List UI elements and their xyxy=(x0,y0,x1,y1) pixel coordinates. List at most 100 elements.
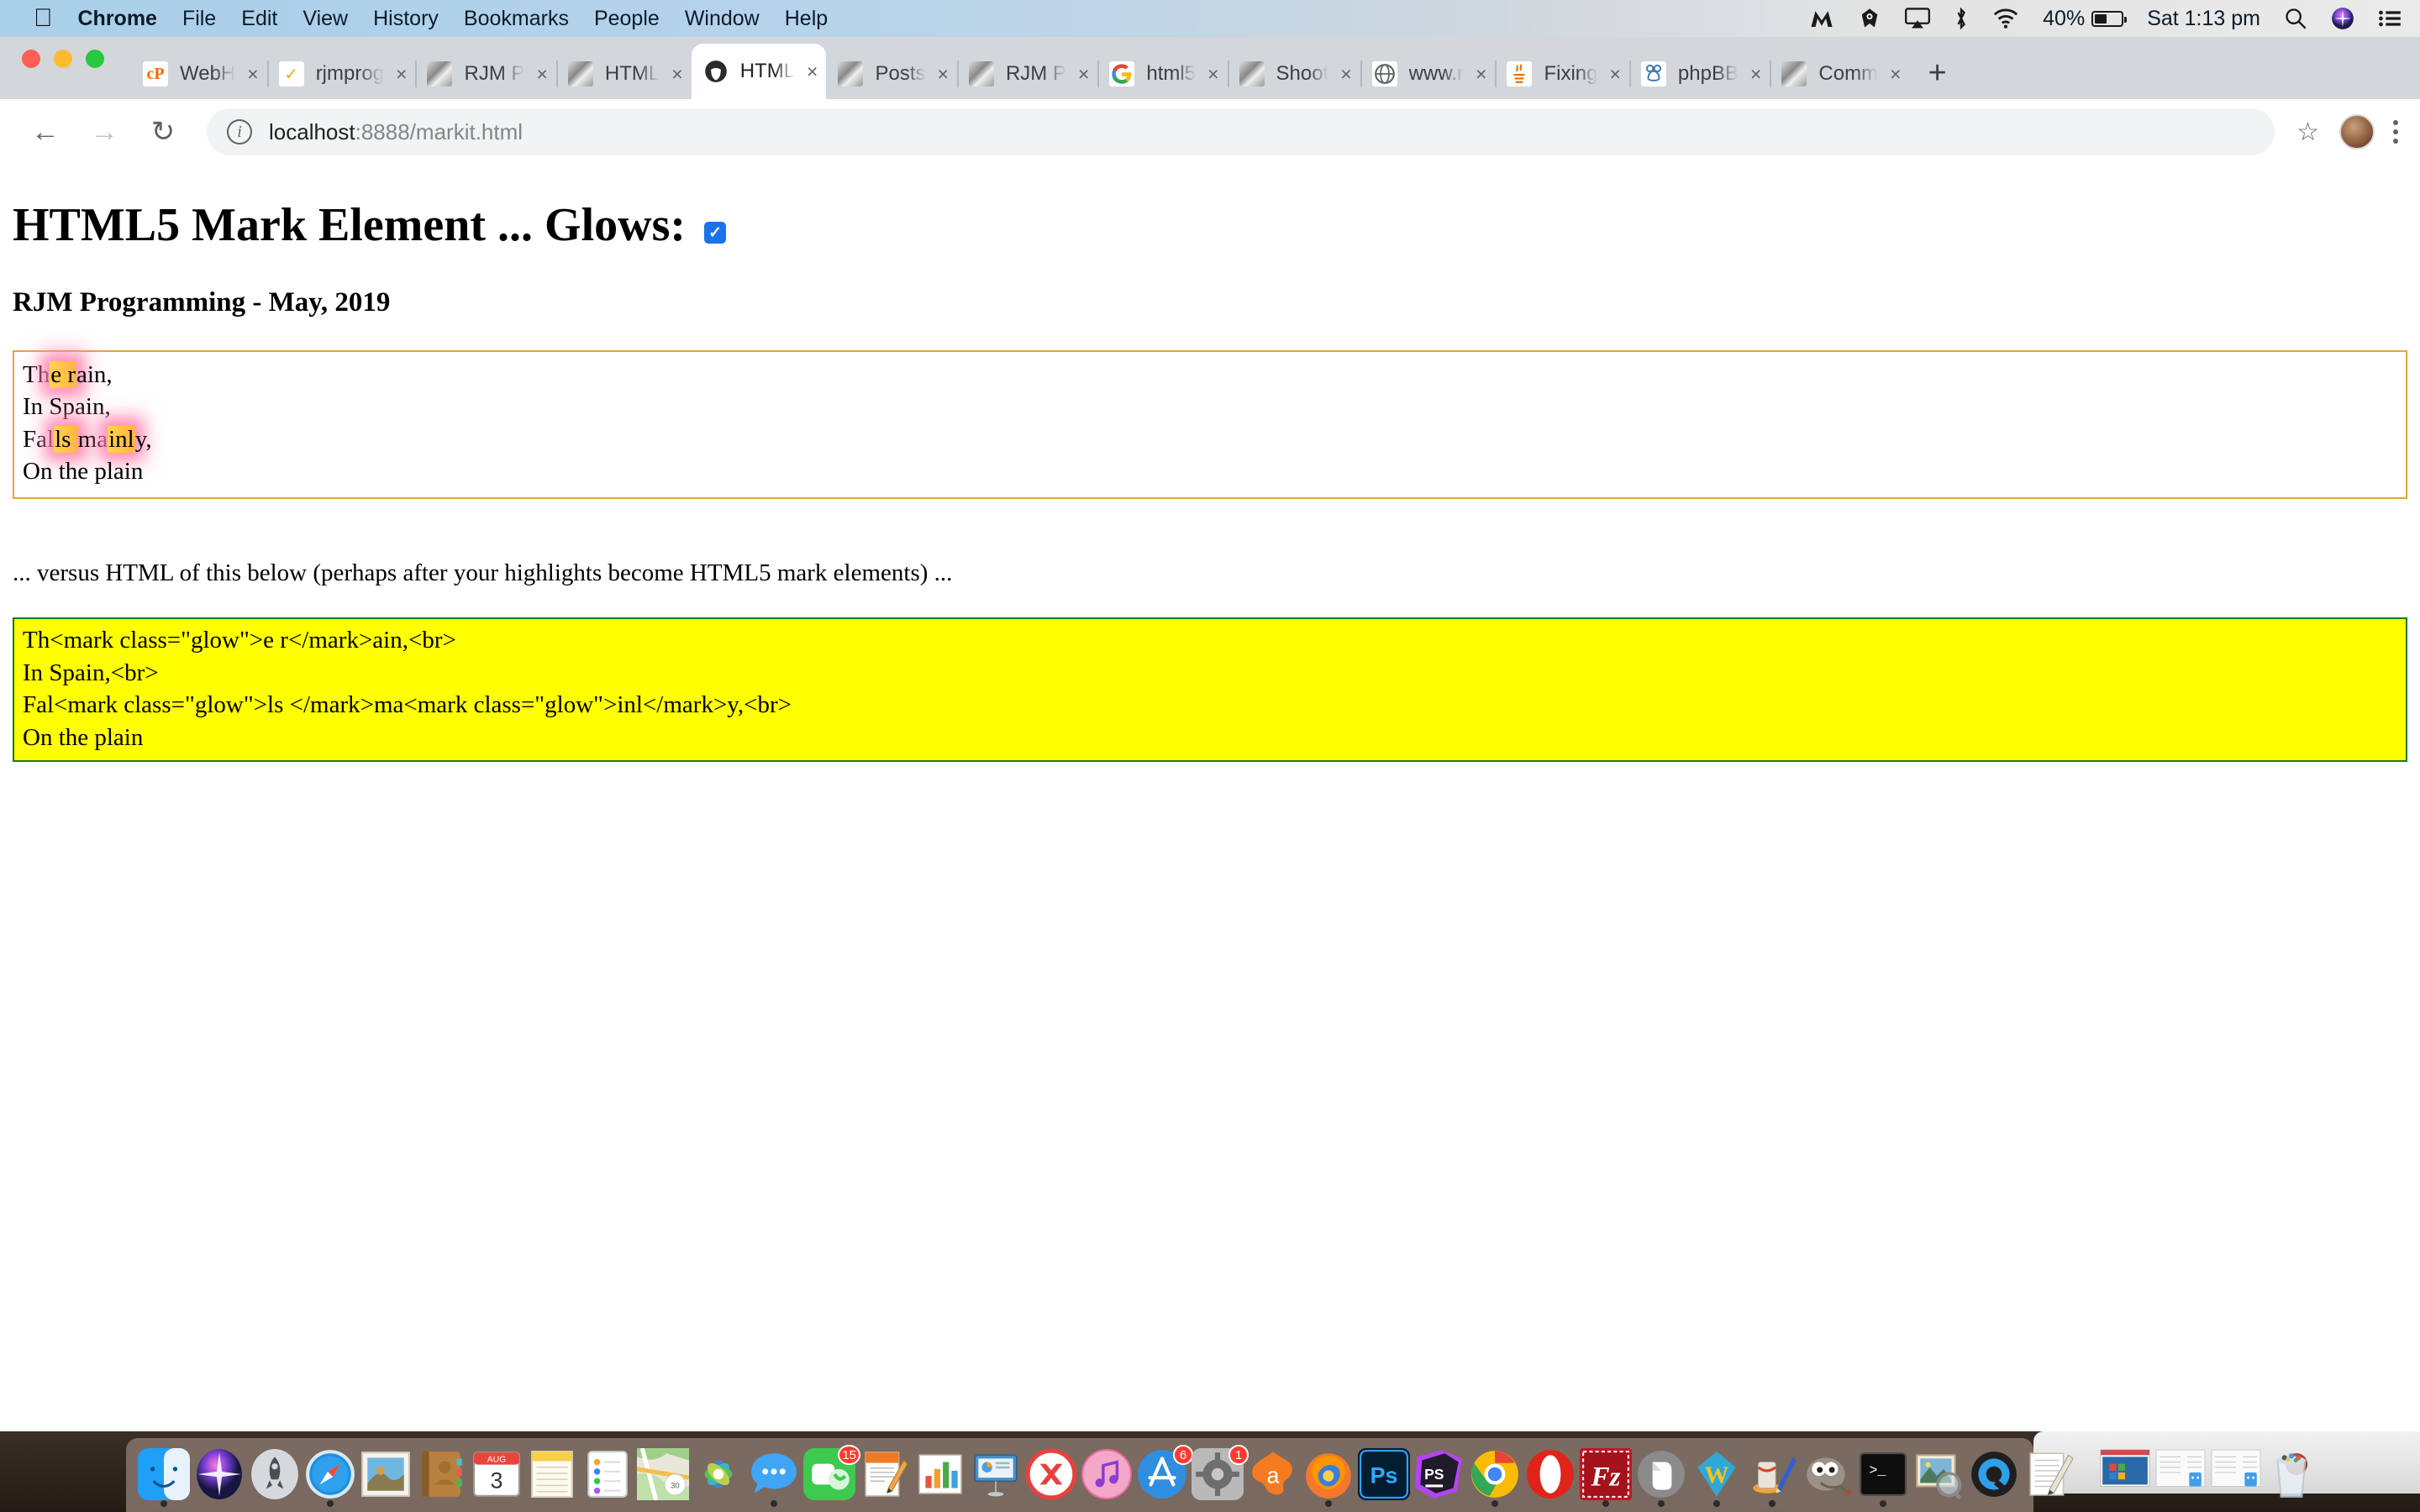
tab-close-icon[interactable]: × xyxy=(1750,63,1761,86)
chrome-menu-icon[interactable] xyxy=(2393,120,2398,144)
tab-close-icon[interactable]: × xyxy=(536,63,547,86)
poem-line[interactable]: The rain, xyxy=(23,359,2397,391)
dock-item-safari[interactable] xyxy=(304,1441,356,1509)
dock-item-chrome[interactable] xyxy=(1469,1441,1521,1509)
close-window-button[interactable] xyxy=(22,50,40,68)
dock-item-paint[interactable] xyxy=(1746,1441,1798,1509)
dock-item-trash[interactable] xyxy=(2265,1441,2317,1509)
menu-bar-clock[interactable]: Sat 1:13 pm xyxy=(2147,7,2260,31)
glow-checkbox[interactable]: ✓ xyxy=(704,222,727,244)
menu-item-bookmarks[interactable]: Bookmarks xyxy=(464,7,569,31)
tab-posts[interactable]: Posts × xyxy=(826,49,956,99)
dock-item-firefox[interactable] xyxy=(1302,1441,1355,1509)
dock-item-terminal[interactable]: >_ xyxy=(1857,1441,1909,1509)
tab-close-icon[interactable]: × xyxy=(396,63,407,86)
dock-item-photoshop[interactable]: Ps xyxy=(1358,1441,1410,1509)
tab-phpbb[interactable]: phpBB × xyxy=(1628,49,1770,99)
dock-item-launchpad[interactable] xyxy=(249,1441,301,1509)
tab-html-1[interactable]: HTML × xyxy=(555,49,692,99)
menu-item-help[interactable]: Help xyxy=(785,7,828,31)
dock-item-textedit[interactable] xyxy=(2023,1441,2075,1509)
tab-close-icon[interactable]: × xyxy=(938,63,949,86)
new-tab-button[interactable]: + xyxy=(1910,57,1965,99)
bluetooth-icon[interactable] xyxy=(1954,7,1969,30)
tab-fixing[interactable]: Fixing × xyxy=(1495,49,1628,99)
dock-item-minimized-window-finder-1[interactable] xyxy=(2154,1441,2207,1509)
tab-close-icon[interactable]: × xyxy=(1078,63,1089,86)
battery-status[interactable]: 40% xyxy=(2043,7,2128,31)
back-button[interactable]: ← xyxy=(22,108,69,155)
tab-close-icon[interactable]: × xyxy=(1340,63,1351,86)
airplay-icon[interactable] xyxy=(1905,8,1931,29)
dock-item-app-store[interactable]: 6 xyxy=(1136,1441,1193,1509)
dock-item-phpstorm[interactable]: PS xyxy=(1413,1441,1465,1509)
avatar[interactable] xyxy=(2339,114,2375,150)
dock-item-maps[interactable]: 30 xyxy=(637,1441,689,1509)
wifi-icon[interactable] xyxy=(1992,8,2019,29)
dock-item-minimized-window-finder-2[interactable] xyxy=(2210,1441,2262,1509)
dock-item-itunes[interactable] xyxy=(1081,1441,1133,1509)
tab-close-icon[interactable]: × xyxy=(807,60,818,83)
dock-item-news[interactable] xyxy=(1025,1441,1077,1509)
bookmark-star-icon[interactable]: ☆ xyxy=(2296,118,2319,147)
malwarebytes-icon[interactable] xyxy=(1809,6,1834,31)
zoom-window-button[interactable] xyxy=(86,50,104,68)
tab-close-icon[interactable]: × xyxy=(1207,63,1218,86)
notification-center-icon[interactable] xyxy=(2378,9,2402,28)
dock-item-finder[interactable] xyxy=(138,1441,190,1509)
search-icon[interactable] xyxy=(2284,7,2307,30)
tab-close-icon[interactable]: × xyxy=(1476,63,1486,86)
apple-icon[interactable]:  xyxy=(34,6,53,31)
tab-rjm-p-2[interactable]: RJM P × xyxy=(956,49,1097,99)
dock-item-keynote[interactable] xyxy=(970,1441,1022,1509)
tab-www[interactable]: www.r × xyxy=(1360,49,1496,99)
dock-item-siri[interactable] xyxy=(193,1441,245,1509)
dock-item-system-preferences[interactable]: 1 xyxy=(1192,1441,1249,1509)
dock-item-mail[interactable] xyxy=(360,1441,412,1509)
menu-item-view[interactable]: View xyxy=(302,7,348,31)
menu-item-people[interactable]: People xyxy=(594,7,660,31)
site-info-icon[interactable]: i xyxy=(227,119,252,144)
tab-close-icon[interactable]: × xyxy=(1890,63,1901,86)
tab-html5-search[interactable]: html5 × xyxy=(1097,49,1227,99)
dock-item-pages[interactable] xyxy=(859,1441,911,1509)
dock-item-reminders[interactable] xyxy=(581,1441,634,1509)
menu-item-window[interactable]: Window xyxy=(685,7,760,31)
dock-item-opera[interactable] xyxy=(1524,1441,1576,1509)
dock-item-messages[interactable] xyxy=(748,1441,800,1509)
menu-item-history[interactable]: History xyxy=(373,7,439,31)
dock-item-facetime[interactable]: 15 xyxy=(803,1441,860,1509)
tab-close-icon[interactable]: × xyxy=(247,63,258,86)
dock-item-evernote[interactable] xyxy=(1635,1441,1687,1509)
tab-webh[interactable]: cP WebH × xyxy=(131,49,267,99)
menu-item-file[interactable]: File xyxy=(182,7,216,31)
tab-close-icon[interactable]: × xyxy=(671,63,682,86)
tab-rjm-p-1[interactable]: RJM P × xyxy=(415,49,555,99)
dock-item-photos[interactable] xyxy=(692,1441,744,1509)
forward-button[interactable]: → xyxy=(81,108,128,155)
avast-icon[interactable] xyxy=(1858,7,1881,30)
dock-item-avast[interactable]: a xyxy=(1247,1441,1299,1509)
dock-item-notes[interactable] xyxy=(526,1441,578,1509)
dock-item-calendar[interactable]: AUG 3 xyxy=(471,1441,523,1509)
menu-item-chrome[interactable]: Chrome xyxy=(78,7,157,31)
tab-shoot[interactable]: Shoot × xyxy=(1227,49,1360,99)
poem-line[interactable]: Falls mainly, xyxy=(23,423,2397,455)
minimize-window-button[interactable] xyxy=(54,50,72,68)
dock-item-gimp[interactable] xyxy=(1802,1441,1854,1509)
dock-item-minimized-window-parallels[interactable] xyxy=(2099,1441,2151,1509)
poem-line[interactable]: In Spain, xyxy=(23,391,2397,423)
poem-line[interactable]: On the plain xyxy=(23,455,2397,487)
dock-item-wordpress[interactable]: W xyxy=(1691,1441,1743,1509)
dock-item-filezilla[interactable]: Fz xyxy=(1580,1441,1632,1509)
siri-icon[interactable] xyxy=(2331,7,2354,30)
dock-item-quicktime[interactable] xyxy=(1968,1441,2020,1509)
dock-item-numbers[interactable] xyxy=(914,1441,966,1509)
tab-rjmprog[interactable]: ✓ rjmprog × xyxy=(266,49,416,99)
tab-comm[interactable]: Comm × xyxy=(1770,49,1909,99)
tab-html-active[interactable]: HTML × xyxy=(691,44,827,99)
reload-button[interactable]: ↻ xyxy=(139,108,187,155)
address-bar[interactable]: i localhost:8888/markit.html xyxy=(207,108,2275,155)
dock-item-preview[interactable] xyxy=(1912,1441,1965,1509)
editable-poem-box[interactable]: The rain, In Spain, Falls mainly, On the pl… xyxy=(13,350,2407,500)
